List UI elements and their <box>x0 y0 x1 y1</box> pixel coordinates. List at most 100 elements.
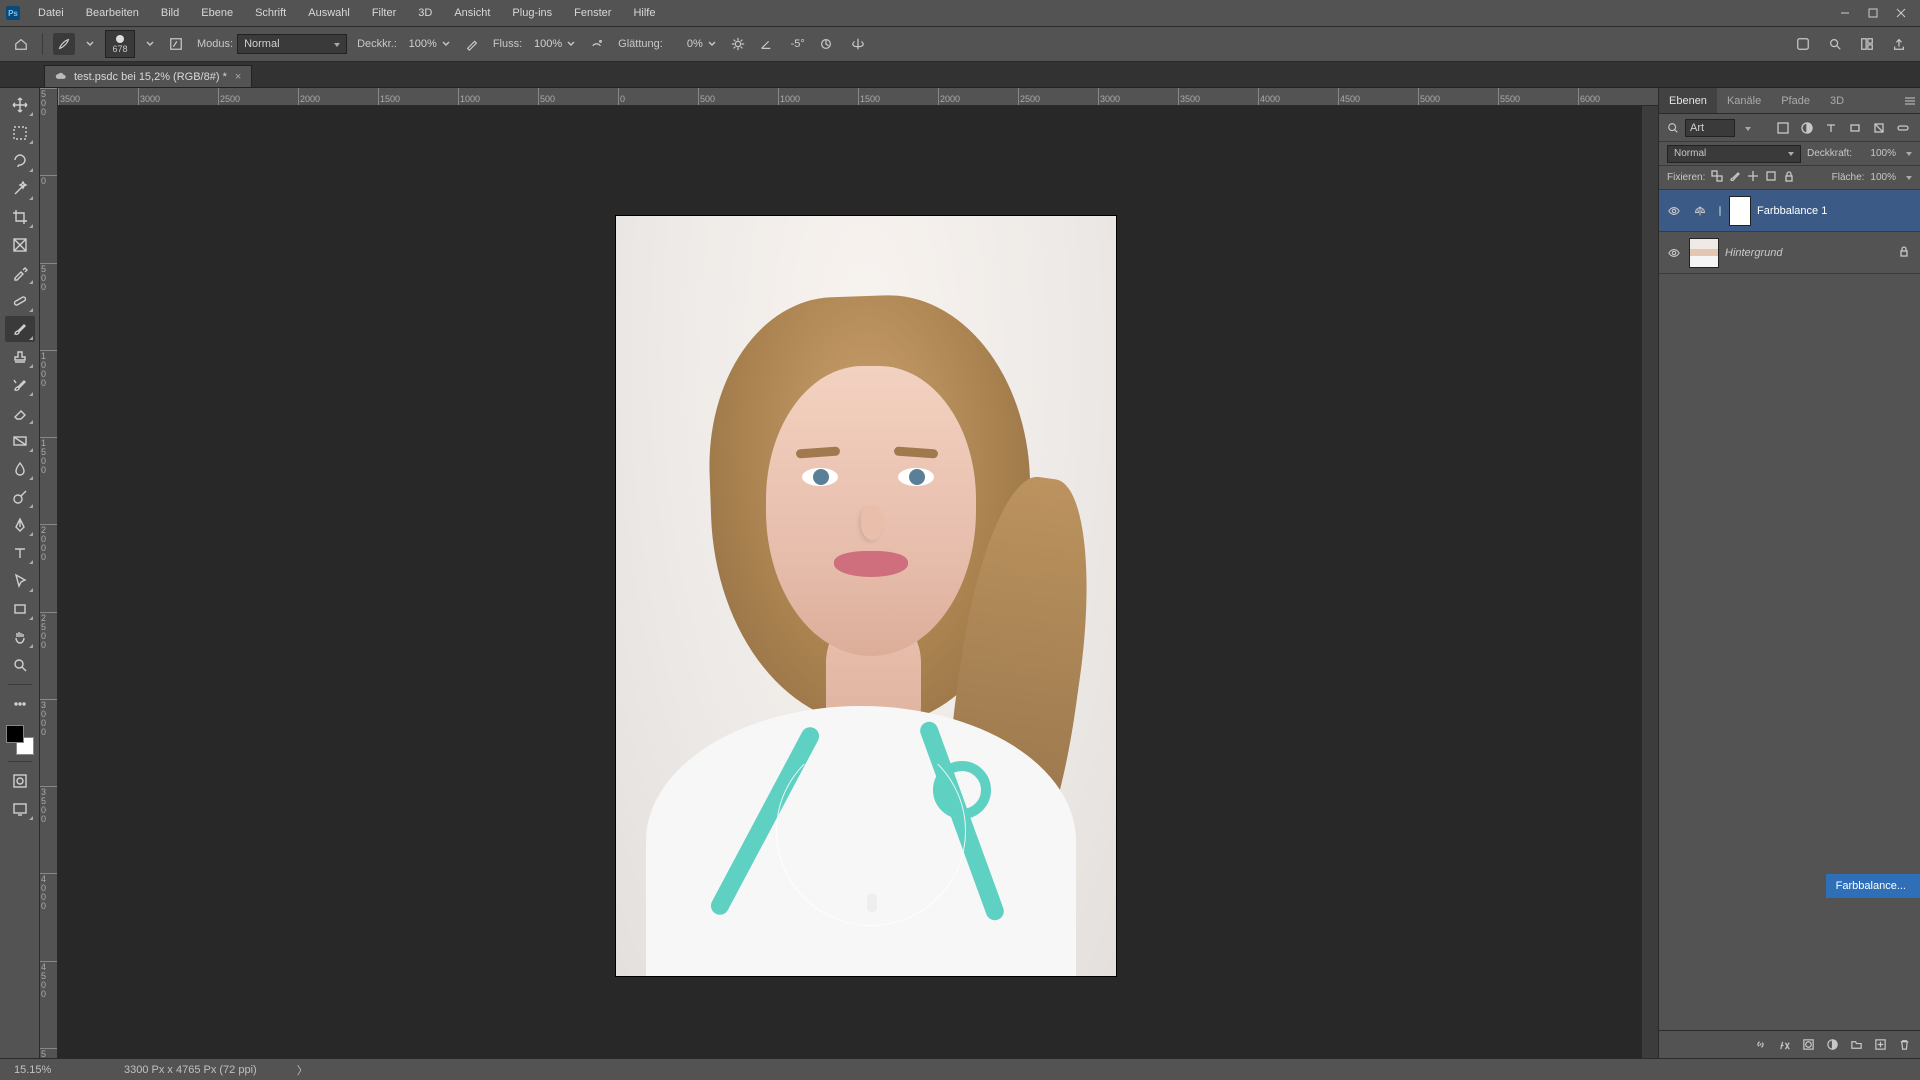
crop-tool[interactable] <box>5 204 35 230</box>
menu-image[interactable]: Bild <box>151 3 189 23</box>
window-minimize-button[interactable] <box>1832 3 1858 23</box>
smoothing-caret[interactable] <box>707 34 717 54</box>
lock-all[interactable] <box>1783 170 1795 185</box>
new-group-button[interactable] <box>1846 1035 1866 1055</box>
brush-tool[interactable] <box>5 316 35 342</box>
tab-channels[interactable]: Kanäle <box>1717 88 1771 113</box>
zoom-tool[interactable] <box>5 652 35 678</box>
foreground-color[interactable] <box>6 725 24 743</box>
screen-mode-button[interactable] <box>5 796 35 822</box>
layer-opacity-input[interactable]: 100% <box>1858 148 1896 159</box>
menu-layer[interactable]: Ebene <box>191 3 243 23</box>
tab-layers[interactable]: Ebenen <box>1659 88 1717 113</box>
zoom-level[interactable]: 15.15% <box>14 1064 84 1076</box>
more-tools[interactable] <box>5 691 35 717</box>
search-button[interactable] <box>1824 33 1846 55</box>
layer-style-button[interactable] <box>1774 1035 1794 1055</box>
menu-3d[interactable]: 3D <box>408 3 442 23</box>
share-button[interactable] <box>1888 33 1910 55</box>
layer-filter-select[interactable] <box>1685 119 1735 137</box>
brush-preview[interactable]: 678 <box>105 30 135 58</box>
filter-pixel[interactable] <box>1774 119 1792 137</box>
eraser-tool[interactable] <box>5 400 35 426</box>
symmetry-button[interactable] <box>847 33 869 55</box>
blur-tool[interactable] <box>5 456 35 482</box>
layer-name[interactable]: Farbbalance 1 <box>1757 205 1914 217</box>
tab-close-button[interactable]: × <box>235 71 241 83</box>
menu-file[interactable]: Datei <box>28 3 74 23</box>
link-layers-button[interactable] <box>1750 1035 1770 1055</box>
delete-layer-button[interactable] <box>1894 1035 1914 1055</box>
layer-thumbnail[interactable] <box>1689 238 1719 268</box>
frame-tool[interactable] <box>5 232 35 258</box>
opacity-caret[interactable] <box>441 34 451 54</box>
layer-lock-indicator[interactable] <box>1898 245 1914 260</box>
menu-plugins[interactable]: Plug-ins <box>502 3 562 23</box>
tab-3d[interactable]: 3D <box>1820 88 1854 113</box>
lock-pixels[interactable] <box>1729 170 1741 185</box>
canvas-scrollbar[interactable] <box>1642 106 1658 1058</box>
tool-preset-button[interactable] <box>53 33 75 55</box>
layer-visibility-toggle[interactable] <box>1665 202 1683 220</box>
tab-paths[interactable]: Pfade <box>1771 88 1820 113</box>
smoothing-input[interactable]: 0% <box>667 38 703 50</box>
vertical-ruler[interactable]: 5000500100015002000250030003500400045005… <box>40 88 58 1058</box>
filter-shape[interactable] <box>1846 119 1864 137</box>
menu-help[interactable]: Hilfe <box>623 3 665 23</box>
brush-settings-button[interactable] <box>165 33 187 55</box>
menu-edit[interactable]: Bearbeiten <box>76 3 149 23</box>
lasso-tool[interactable] <box>5 148 35 174</box>
shape-tool[interactable] <box>5 596 35 622</box>
menu-select[interactable]: Auswahl <box>298 3 360 23</box>
lock-transparency[interactable] <box>1711 170 1723 185</box>
layer-mask-button[interactable] <box>1798 1035 1818 1055</box>
healing-tool[interactable] <box>5 288 35 314</box>
layer-mask-thumbnail[interactable] <box>1729 196 1751 226</box>
layer-name[interactable]: Hintergrund <box>1725 247 1892 259</box>
brush-preset-caret[interactable] <box>145 34 155 54</box>
angle-input[interactable]: -5° <box>777 38 805 50</box>
stamp-tool[interactable] <box>5 344 35 370</box>
menu-window[interactable]: Fenster <box>564 3 621 23</box>
layer-row[interactable]: Farbbalance 1 <box>1659 190 1920 232</box>
filter-toggle[interactable] <box>1894 119 1912 137</box>
size-pressure-button[interactable] <box>815 33 837 55</box>
cloud-docs-button[interactable] <box>1792 33 1814 55</box>
tool-preset-caret[interactable] <box>85 34 95 54</box>
new-layer-button[interactable] <box>1870 1035 1890 1055</box>
blend-mode-select[interactable]: Normal <box>237 34 347 54</box>
canvas[interactable] <box>58 106 1658 1058</box>
layer-visibility-toggle[interactable] <box>1665 244 1683 262</box>
menu-type[interactable]: Schrift <box>245 3 296 23</box>
opacity-pressure-button[interactable] <box>461 33 483 55</box>
path-select-tool[interactable] <box>5 568 35 594</box>
color-swatches[interactable] <box>6 725 34 755</box>
menu-filter[interactable]: Filter <box>362 3 406 23</box>
type-tool[interactable] <box>5 540 35 566</box>
eyedropper-tool[interactable] <box>5 260 35 286</box>
gradient-tool[interactable] <box>5 428 35 454</box>
menu-view[interactable]: Ansicht <box>444 3 500 23</box>
fill-input[interactable]: 100% <box>1870 172 1896 183</box>
horizontal-ruler[interactable]: 3500300025002000150010005000500100015002… <box>58 88 1658 106</box>
quick-mask-button[interactable] <box>5 768 35 794</box>
window-close-button[interactable] <box>1888 3 1914 23</box>
flow-input[interactable]: 100% <box>526 38 562 50</box>
flow-caret[interactable] <box>566 34 576 54</box>
hand-tool[interactable] <box>5 624 35 650</box>
marquee-tool[interactable] <box>5 120 35 146</box>
workspace-button[interactable] <box>1856 33 1878 55</box>
pen-tool[interactable] <box>5 512 35 538</box>
adjustment-hint[interactable]: Farbbalance... <box>1826 874 1920 898</box>
document-tab[interactable]: test.psdc bei 15,2% (RGB/8#) * × <box>44 65 252 87</box>
lock-position[interactable] <box>1747 170 1759 185</box>
move-tool[interactable] <box>5 92 35 118</box>
filter-smart[interactable] <box>1870 119 1888 137</box>
adjustment-layer-button[interactable] <box>1822 1035 1842 1055</box>
panel-menu-button[interactable] <box>1900 95 1920 107</box>
layer-blend-mode-select[interactable]: Normal <box>1667 145 1801 163</box>
home-button[interactable] <box>10 33 32 55</box>
filter-adjust[interactable] <box>1798 119 1816 137</box>
layer-row[interactable]: Hintergrund <box>1659 232 1920 274</box>
quick-select-tool[interactable] <box>5 176 35 202</box>
